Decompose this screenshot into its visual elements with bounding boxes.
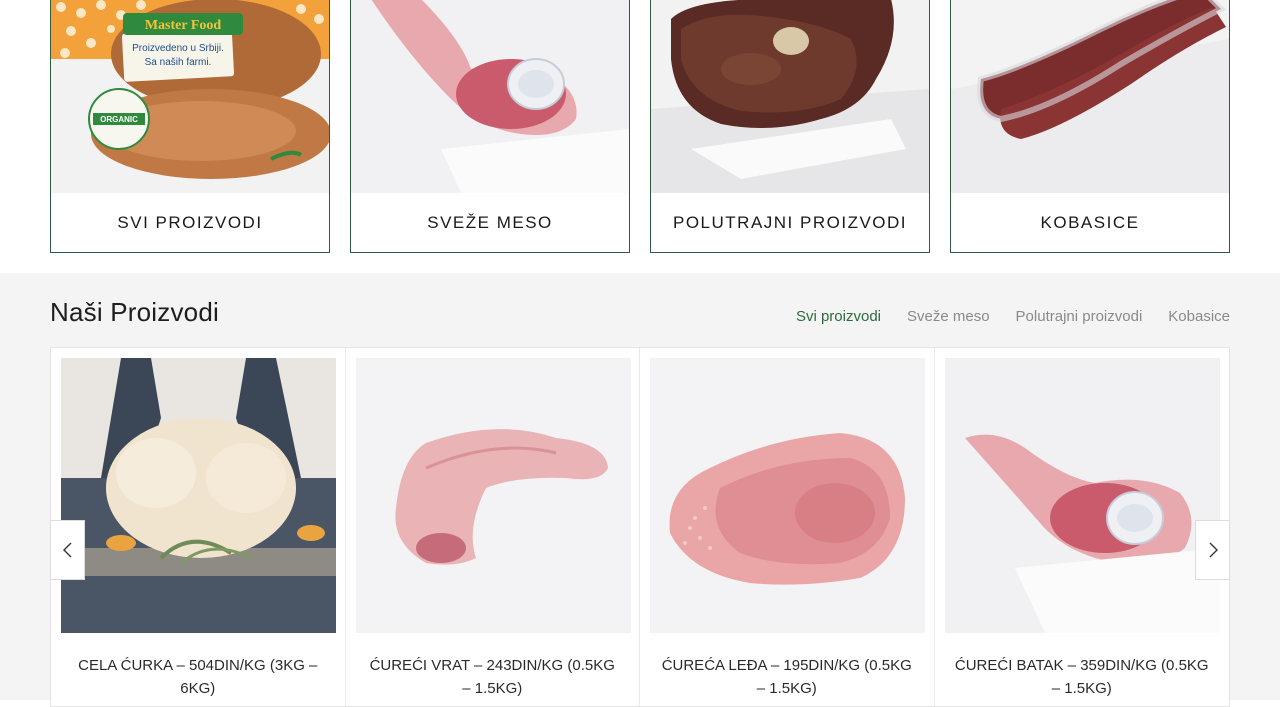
organic-badge-text: ORGANIC: [100, 115, 138, 124]
product-filter-tabs: Svi proizvodi Sveže meso Polutrajni proi…: [796, 308, 1230, 325]
filter-tab-semi-durable[interactable]: Polutrajni proizvodi: [1016, 308, 1143, 325]
product-card[interactable]: ĆUREĆA LEĐA – 195DIN/KG (0.5KG – 1.5KG): [640, 348, 935, 706]
category-image-packaged-turkey: Master Food Proizvedeno u Srbiji. Sa naš…: [51, 0, 329, 193]
chevron-left-icon: [62, 542, 71, 558]
product-carousel: CELA ĆURKA – 504DIN/KG (3KG – 6KG) ĆUREĆ…: [50, 347, 1230, 707]
product-name[interactable]: ĆUREĆI BATAK – 359DIN/KG (0.5KG – 1.5KG): [955, 654, 1210, 700]
svg-text:Sa naših farmi.: Sa naših farmi.: [145, 57, 212, 68]
filter-tab-sausages[interactable]: Kobasice: [1168, 308, 1230, 325]
carousel-prev-button[interactable]: [50, 520, 85, 580]
carousel-next-button[interactable]: [1195, 520, 1230, 580]
category-image-sausages: [951, 0, 1229, 193]
product-card[interactable]: ĆUREĆI VRAT – 243DIN/KG (0.5KG – 1.5KG): [346, 348, 640, 706]
category-image-smoked-ham: [651, 0, 929, 193]
product-name[interactable]: ĆUREĆI VRAT – 243DIN/KG (0.5KG – 1.5KG): [366, 654, 620, 700]
product-image-turkey-back[interactable]: [650, 358, 925, 633]
category-label: SVEŽE MESO: [427, 212, 553, 232]
product-image-turkey-drumstick[interactable]: [944, 358, 1220, 633]
package-brand-text: Master Food: [145, 18, 222, 33]
category-card-fresh-meat[interactable]: SVEŽE MESO: [350, 0, 630, 253]
product-card[interactable]: CELA ĆURKA – 504DIN/KG (3KG – 6KG): [51, 348, 346, 706]
chevron-right-icon: [1209, 542, 1218, 558]
section-title: Naši Proizvodi: [50, 297, 219, 327]
product-card[interactable]: ĆUREĆI BATAK – 359DIN/KG (0.5KG – 1.5KG): [935, 348, 1230, 706]
category-label: KOBASICE: [1040, 212, 1140, 232]
category-section: Master Food Proizvedeno u Srbiji. Sa naš…: [0, 0, 1280, 273]
product-name[interactable]: ĆUREĆA LEĐA – 195DIN/KG (0.5KG – 1.5KG): [660, 654, 914, 700]
category-image-turkey-leg: [351, 0, 629, 193]
filter-tab-fresh-meat[interactable]: Sveže meso: [907, 308, 990, 325]
category-label: POLUTRAJNI PROIZVODI: [672, 212, 908, 232]
category-card-all-products[interactable]: Master Food Proizvedeno u Srbiji. Sa naš…: [50, 0, 330, 253]
category-card-sausages[interactable]: KOBASICE: [950, 0, 1230, 253]
products-section: Naši Proizvodi Svi proizvodi Sveže meso …: [0, 273, 1280, 707]
filter-tab-all[interactable]: Svi proizvodi: [796, 308, 881, 325]
product-name[interactable]: CELA ĆURKA – 504DIN/KG (3KG – 6KG): [71, 654, 325, 700]
category-card-semi-durable[interactable]: POLUTRAJNI PROIZVODI: [650, 0, 930, 253]
product-image-turkey-neck[interactable]: [355, 358, 631, 633]
svg-text:Proizvedeno u Srbiji.: Proizvedeno u Srbiji.: [132, 43, 224, 54]
product-image-whole-turkey[interactable]: [61, 358, 336, 633]
category-label: SVI PROIZVODI: [117, 212, 263, 232]
